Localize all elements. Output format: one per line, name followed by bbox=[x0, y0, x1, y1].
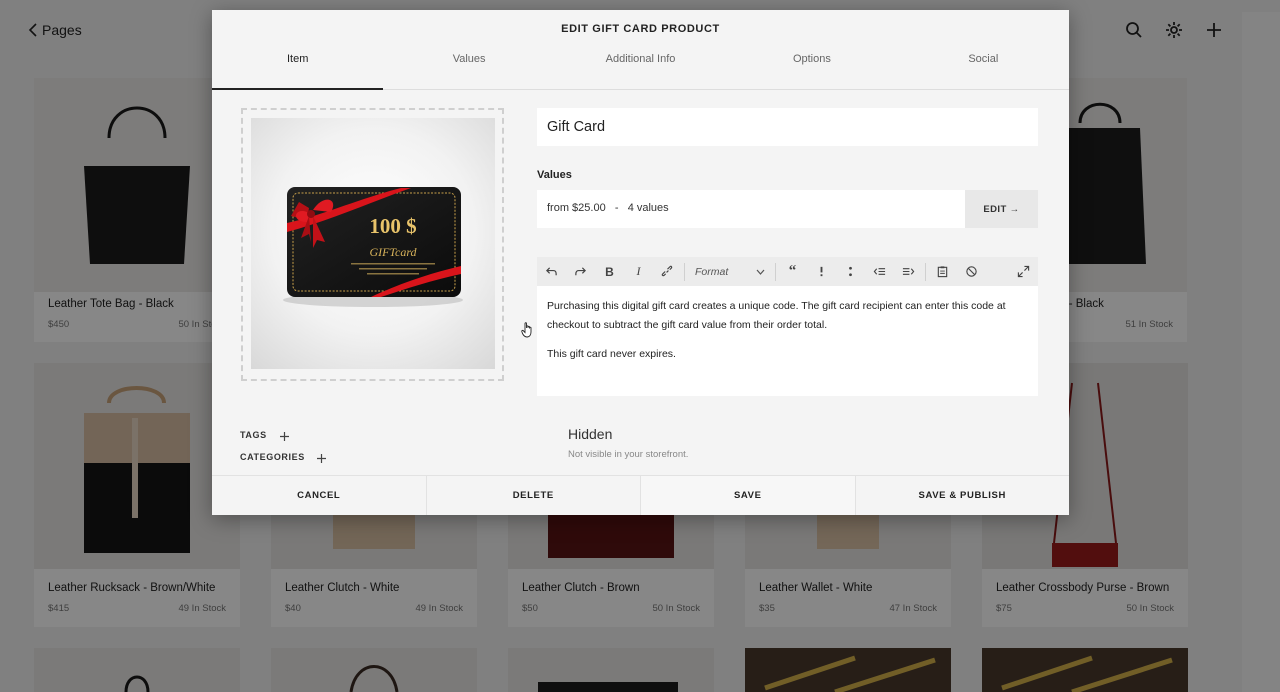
product-image-dropzone[interactable]: 100 $ GIFTcard bbox=[241, 108, 504, 381]
description-paragraph: This gift card never expires. bbox=[547, 348, 676, 360]
format-dropdown-label: Format bbox=[695, 265, 729, 278]
tab-item[interactable]: Item bbox=[212, 48, 384, 90]
indent-icon[interactable] bbox=[894, 257, 923, 286]
tab-additional-info[interactable]: Additional Info bbox=[555, 48, 726, 89]
undo-icon[interactable] bbox=[537, 257, 566, 286]
product-image: 100 $ GIFTcard bbox=[251, 118, 495, 369]
values-label: Values bbox=[537, 169, 572, 181]
redo-icon[interactable] bbox=[566, 257, 595, 286]
expand-icon[interactable] bbox=[1009, 257, 1038, 286]
description-text[interactable]: Purchasing this digital gift card create… bbox=[547, 297, 1031, 374]
values-field[interactable]: from $25.00 - 4 values EDIT → bbox=[537, 190, 1038, 228]
hand-cursor-icon bbox=[521, 322, 532, 338]
edit-values-button[interactable]: EDIT → bbox=[965, 190, 1038, 228]
tab-values[interactable]: Values bbox=[383, 48, 554, 89]
product-title-value: Gift Card bbox=[547, 119, 606, 135]
ordered-list-icon[interactable] bbox=[807, 257, 836, 286]
unordered-list-icon[interactable] bbox=[836, 257, 865, 286]
italic-icon[interactable]: I bbox=[624, 257, 653, 286]
toolbar-divider bbox=[775, 262, 776, 281]
product-title-input[interactable]: Gift Card bbox=[537, 108, 1038, 146]
values-summary: from $25.00 - 4 values bbox=[547, 202, 669, 214]
bold-icon[interactable]: B bbox=[595, 257, 624, 286]
clear-format-icon[interactable] bbox=[957, 257, 986, 286]
toolbar-divider bbox=[684, 262, 685, 281]
delete-button[interactable]: DELETE bbox=[427, 476, 641, 515]
dialog-footer: CANCEL DELETE SAVE SAVE & PUBLISH bbox=[212, 475, 1069, 515]
visibility-status[interactable]: Hidden bbox=[568, 426, 612, 442]
link-icon[interactable] bbox=[653, 257, 682, 286]
paste-icon[interactable] bbox=[928, 257, 957, 286]
toolbar-divider bbox=[925, 262, 926, 281]
visibility-description: Not visible in your storefront. bbox=[568, 449, 689, 460]
card-amount: 100 $ bbox=[369, 214, 416, 238]
save-button[interactable]: SAVE bbox=[641, 476, 856, 515]
categories-label: CATEGORIES bbox=[240, 452, 305, 462]
save-and-publish-button[interactable]: SAVE & PUBLISH bbox=[856, 476, 1070, 515]
description-paragraph: Purchasing this digital gift card create… bbox=[547, 300, 1006, 331]
edit-gift-card-dialog: EDIT GIFT CARD PRODUCT Item Values Addit… bbox=[212, 10, 1069, 515]
cancel-button[interactable]: CANCEL bbox=[212, 476, 427, 515]
gift-card-image: 100 $ GIFTcard bbox=[283, 187, 463, 307]
format-dropdown[interactable]: Format bbox=[687, 257, 773, 286]
dialog-title: EDIT GIFT CARD PRODUCT bbox=[561, 23, 720, 35]
outdent-icon[interactable] bbox=[865, 257, 894, 286]
add-category-icon[interactable] bbox=[316, 453, 327, 464]
editor-toolbar: B I Format “ bbox=[537, 257, 1038, 286]
chevron-down-icon bbox=[756, 269, 765, 275]
description-editor[interactable]: B I Format “ Purchasing this digital gif… bbox=[537, 257, 1038, 396]
blockquote-icon[interactable]: “ bbox=[778, 257, 807, 286]
tab-options[interactable]: Options bbox=[726, 48, 897, 89]
tags-label: TAGS bbox=[240, 430, 267, 440]
add-tag-icon[interactable] bbox=[279, 431, 290, 442]
tab-social[interactable]: Social bbox=[898, 48, 1069, 89]
dialog-tabs: Item Values Additional Info Options Soci… bbox=[212, 48, 1069, 90]
card-label: GIFTcard bbox=[369, 245, 417, 259]
